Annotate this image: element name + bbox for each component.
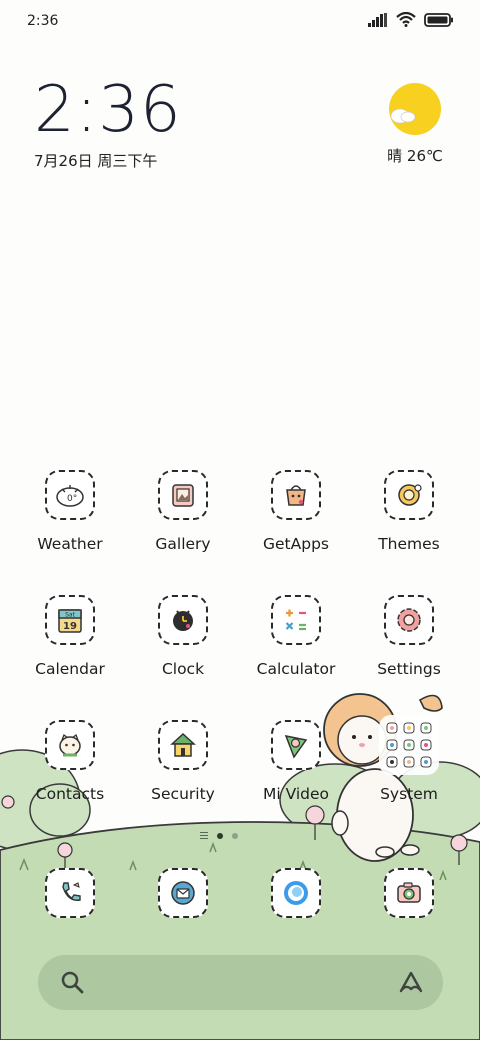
app-calculator[interactable]: Calculator — [241, 595, 351, 678]
search-icon[interactable] — [60, 970, 86, 996]
wifi-icon — [396, 12, 416, 27]
app-label: Contacts — [35, 785, 105, 803]
page-dot[interactable] — [232, 832, 238, 839]
security-icon — [158, 720, 208, 770]
dock-camera[interactable] — [354, 868, 464, 918]
themes-icon — [384, 470, 434, 520]
app-label: Themes — [378, 535, 440, 553]
app-settings[interactable]: Settings — [354, 595, 464, 678]
widget-time: 2:36 — [34, 73, 182, 147]
app-contacts[interactable]: Contacts — [15, 720, 125, 803]
weather-icon: 0° — [45, 470, 95, 520]
app-label: Mi Video — [262, 785, 330, 803]
status-bar: 2:36 — [0, 0, 480, 44]
gallery-icon — [158, 470, 208, 520]
app-label: GetApps — [263, 535, 329, 553]
weather-widget[interactable]: 晴 26℃ — [380, 82, 450, 166]
getapps-icon — [271, 470, 321, 520]
app-label: Calendar — [35, 660, 105, 678]
calendar-day-number: 19 — [63, 621, 77, 632]
calculator-icon — [271, 595, 321, 645]
app-label: Weather — [37, 535, 103, 553]
app-label: Settings — [377, 660, 441, 678]
app-mi-video[interactable]: Mi Video — [241, 720, 351, 803]
messages-icon — [158, 868, 208, 918]
svg-text:0°: 0° — [67, 494, 77, 504]
dock-browser[interactable] — [241, 868, 351, 918]
app-security[interactable]: Security — [128, 720, 238, 803]
clock-icon — [158, 595, 208, 645]
calendar-day-name: Sat — [65, 612, 75, 619]
status-time: 2:36 — [27, 13, 59, 29]
app-drawer-indicator[interactable] — [200, 832, 208, 839]
app-label: Security — [151, 785, 215, 803]
system-folder-icon — [379, 715, 439, 775]
app-gallery[interactable]: Gallery — [128, 470, 238, 553]
page-dot-active[interactable] — [217, 832, 223, 839]
app-label: Calculator — [256, 660, 336, 678]
page-indicator[interactable] — [200, 832, 238, 839]
widget-date: 7月26日 周三下午 — [34, 152, 158, 170]
dock-phone[interactable] — [15, 868, 125, 918]
battery-icon — [424, 12, 453, 27]
mi-video-icon — [271, 720, 321, 770]
browser-icon — [271, 868, 321, 918]
camera-icon — [384, 868, 434, 918]
phone-icon — [45, 868, 95, 918]
search-bar[interactable] — [38, 955, 443, 1010]
app-label: Gallery — [155, 535, 211, 553]
signal-icon — [368, 12, 387, 27]
clock-widget[interactable]: 2:36 7月26日 周三下午 — [34, 78, 182, 171]
assistant-icon[interactable] — [397, 969, 425, 995]
app-calendar[interactable]: Sat 19 Calendar — [15, 595, 125, 678]
app-themes[interactable]: Themes — [354, 470, 464, 553]
status-icons — [368, 12, 454, 27]
app-weather[interactable]: 0° Weather — [15, 470, 125, 553]
calendar-icon: Sat 19 — [45, 595, 95, 645]
app-system-folder[interactable]: System — [354, 715, 464, 803]
dock-messages[interactable] — [128, 868, 238, 918]
app-label: Clock — [161, 660, 205, 678]
contacts-icon — [45, 720, 95, 770]
app-getapps[interactable]: GetApps — [241, 470, 351, 553]
settings-icon — [384, 595, 434, 645]
weather-text: 晴 26℃ — [387, 147, 443, 165]
sunny-icon — [388, 82, 442, 136]
app-label: System — [380, 785, 438, 803]
app-clock[interactable]: Clock — [128, 595, 238, 678]
